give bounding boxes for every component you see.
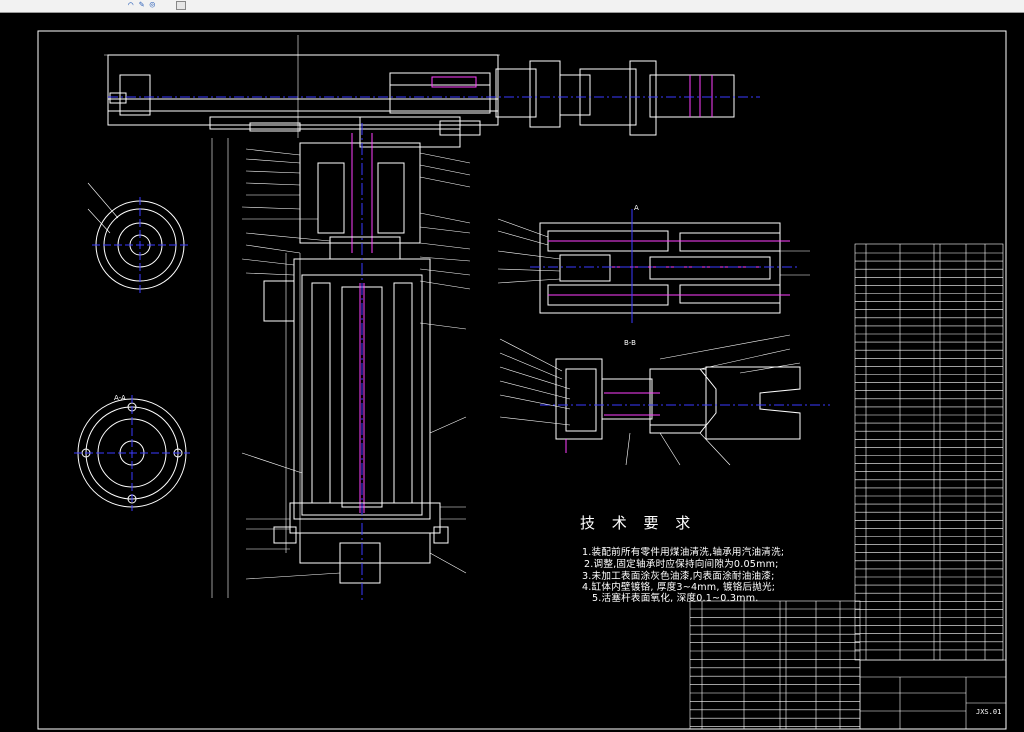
technical-requirements-title: 技 术 要 求 [580,514,697,532]
toolbar-button[interactable] [176,1,186,10]
parts-list [854,243,1004,661]
section-aa-view [74,395,190,511]
toolbar-icons[interactable]: ⌒ ✎ ◎ [128,0,155,11]
cad-drawing: A A-A B-B [37,30,1007,730]
title-block [859,659,1007,730]
requirement-5: 5.活塞杆表面氧化, 深度0.1~0.3mm. [592,593,759,604]
parts-list-lower [689,600,861,730]
drawing-frame [37,30,1007,730]
vertical-cylinder [211,123,471,603]
section-a-view [87,182,188,293]
section-bb-view [497,209,810,323]
cad-drawing-canvas[interactable]: A A-A B-B 技 术 要 求 1.装配前所有零件用煤油清洗,轴承用汽油清洗… [0,13,1024,732]
arm-assembly [104,35,760,148]
drawing-number: JXS.01 [976,708,1002,716]
section-letter-a: A [634,204,639,212]
app-toolbar-strip: ⌒ ✎ ◎ [0,0,1024,13]
section-letter-bb: B-B [624,339,636,347]
section-letter-aa: A-A [114,394,126,402]
gripper-section [499,334,830,466]
